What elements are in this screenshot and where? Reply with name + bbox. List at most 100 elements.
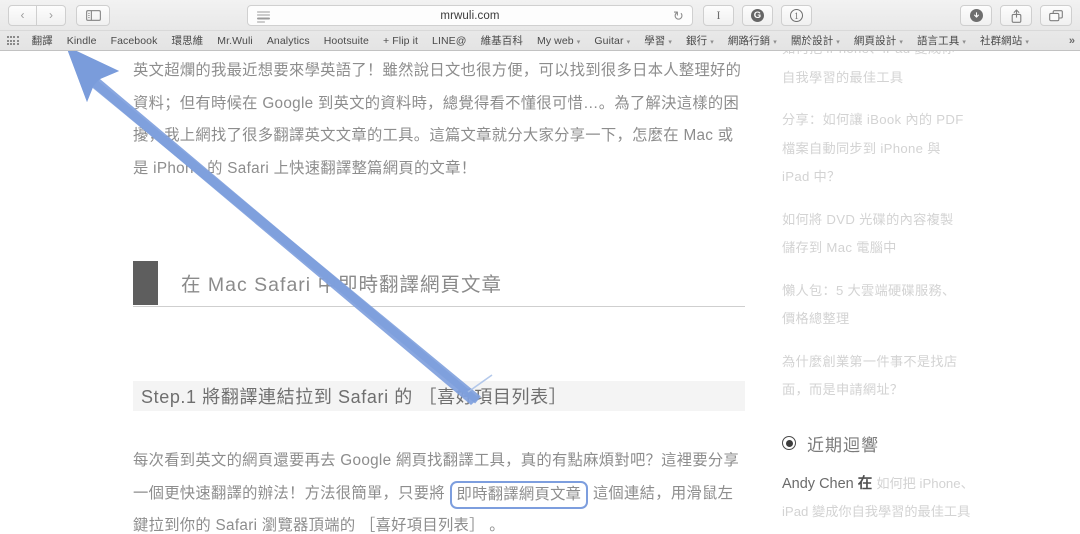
bookmark-item[interactable]: 語言工具 ▾ [917, 33, 966, 48]
toolbar-right-buttons [960, 5, 1072, 26]
downloads-button[interactable] [960, 5, 992, 26]
page-sidebar: 如何把 iPhone、iPad 變成你自我學習的最佳工具分享：如何讓 iBook… [782, 41, 1080, 534]
comment-author: Andy Chen [782, 475, 854, 492]
inline-link-highlight[interactable]: 即時翻譯網頁文章 [449, 480, 589, 509]
bookmark-item[interactable]: Mr.Wuli [217, 35, 253, 47]
share-icon [1011, 8, 1021, 23]
safari-chrome: ‹ › mrwuli.com ↻ I G 1 翻譯 Kindle Faceboo… [0, 0, 1080, 51]
bookmark-label: 維基百科 [480, 35, 523, 47]
bookmark-label: 學習 [644, 35, 666, 47]
back-button[interactable]: ‹ [8, 4, 37, 26]
navigation-buttons: ‹ › [8, 4, 66, 26]
bullet-icon [782, 436, 796, 450]
bookmark-item[interactable]: 環思維 [171, 33, 203, 48]
bookmark-item[interactable]: 翻譯 [32, 33, 53, 48]
bookmark-item[interactable]: Guitar ▾ [594, 35, 630, 47]
extension-buttons: I G 1 [703, 5, 812, 26]
chevron-down-icon: ▾ [773, 38, 777, 46]
bookmark-item[interactable]: Facebook [111, 35, 158, 47]
bookmark-item[interactable]: 學習 ▾ [644, 33, 672, 48]
bookmark-label: Facebook [110, 34, 158, 47]
reader-view-icon[interactable] [257, 11, 270, 23]
bookmark-item[interactable]: + Flip it [383, 35, 418, 47]
sidebar-post-link[interactable]: 分享：如何讓 iBook 內的 PDF 檔案自動同步到 iPhone 與 iPa… [782, 106, 967, 192]
sidebar-post-link[interactable]: 如何將 DVD 光碟的內容複製儲存到 Mac 電腦中 [782, 206, 967, 263]
bookmark-item[interactable]: 社群網站 ▾ [980, 33, 1029, 48]
recent-comments-heading: 近期迴響 [782, 431, 1080, 456]
bookmark-label: 環思維 [171, 35, 204, 47]
bookmark-item[interactable]: My web ▾ [537, 35, 580, 47]
forward-button[interactable]: › [37, 4, 66, 26]
sidebar-comment-item[interactable]: Andy Chen 在 如何把 iPhone、iPad 變成你自我學習的最佳工具 [782, 470, 982, 527]
bookmark-label: Hootsuite [323, 34, 369, 47]
sidebar-toggle-button[interactable] [76, 4, 110, 26]
section-heading: 在 Mac Safari 中即時翻譯網頁文章 [133, 259, 745, 307]
chevron-down-icon: ▾ [899, 38, 903, 46]
bookmark-label: Analytics [266, 34, 310, 47]
chevron-right-icon: › [49, 8, 53, 22]
popular-posts-list: 如何把 iPhone、iPad 變成你自我學習的最佳工具分享：如何讓 iBook… [782, 35, 1080, 405]
bookmark-label: Mr.Wuli [217, 34, 253, 47]
bookmark-label: My web [536, 34, 574, 47]
sidebar-post-link[interactable]: 為什麼創業第一件事不是找店面，而是申請網址？ [782, 348, 967, 405]
bookmarks-overflow-button[interactable]: » [1069, 35, 1075, 47]
chevron-down-icon: ▾ [576, 38, 581, 46]
sidebar-post-link[interactable]: 懶人包：5 大雲端硬碟服務、價格總整理 [782, 277, 967, 334]
onepassword-button[interactable]: 1 [781, 5, 812, 26]
bookmark-label: Kindle [66, 34, 97, 47]
bookmark-items: 翻譯 Kindle Facebook 環思維 Mr.Wuli Analytics Hoots… [32, 33, 1043, 48]
bookmark-label: 網路行銷 [727, 35, 771, 47]
bookmark-item[interactable]: 維基百科 [481, 33, 523, 48]
bookmark-item[interactable]: Kindle [67, 35, 97, 47]
bookmark-label: 銀行 [686, 35, 708, 47]
bookmark-item[interactable]: Hootsuite [324, 35, 369, 47]
chevron-down-icon: ▾ [668, 38, 673, 46]
address-bar[interactable]: mrwuli.com ↻ [247, 5, 693, 26]
favorites-grid-icon[interactable] [7, 36, 19, 45]
bookmark-item[interactable]: 網路行銷 ▾ [728, 33, 777, 48]
grammarly-icon: G [751, 9, 764, 22]
step-heading: Step.1 將翻譯連結拉到 Safari 的 ［喜好項目列表］ [133, 381, 745, 411]
bookmark-item[interactable]: 網頁設計 ▾ [854, 33, 903, 48]
chevron-down-icon: ▾ [962, 38, 966, 46]
bookmark-label: 網頁設計 [853, 35, 897, 47]
bookmark-item[interactable]: 銀行 ▾ [686, 33, 714, 48]
intro-paragraph: 英文超爛的我最近想要來學英語了！雖然說日文也很方便，可以找到很多日本人整理好的資… [133, 62, 742, 177]
tabs-icon [1049, 9, 1063, 21]
onepassword-icon: 1 [790, 9, 803, 22]
recent-comments-list: Andy Chen 在 如何把 iPhone、iPad 變成你自我學習的最佳工具… [782, 470, 1080, 534]
bookmark-label: 語言工具 [916, 35, 960, 47]
chevron-down-icon: ▾ [710, 38, 714, 46]
sidebar-icon [85, 9, 101, 21]
chevron-down-icon: ▾ [1025, 38, 1030, 46]
bookmark-label: Guitar [594, 34, 624, 47]
instapaper-icon: I [716, 8, 721, 22]
step-heading-text: Step.1 將翻譯連結拉到 Safari 的 ［喜好項目列表］ [141, 387, 568, 407]
bookmark-label: + Flip it [383, 34, 419, 47]
heading-accent-bar [133, 260, 158, 305]
article-body: 英文超爛的我最近想要來學英語了！雖然說日文也很方便，可以找到很多日本人整理好的資… [133, 51, 748, 185]
bookmark-item[interactable]: 關於設計 ▾ [791, 33, 840, 48]
browser-window: ‹ › mrwuli.com ↻ I G 1 翻譯 Kindle Faceboo… [0, 0, 1080, 534]
url-text: mrwuli.com [440, 9, 500, 22]
web-page-content: 英文超爛的我最近想要來學英語了！雖然說日文也很方便，可以找到很多日本人整理好的資… [0, 41, 1080, 534]
bookmark-label: 關於設計 [790, 35, 834, 47]
step-paragraph: 每次看到英文的網頁還要再去 Google 網頁找翻譯工具，真的有點麻煩對吧？這裡… [133, 445, 748, 534]
bookmark-label: 社群網站 [979, 35, 1023, 47]
bookmarks-bar: 翻譯 Kindle Facebook 環思維 Mr.Wuli Analytics Hoots… [0, 30, 1080, 50]
instapaper-button[interactable]: I [703, 5, 734, 26]
tab-overview-button[interactable] [1040, 5, 1072, 26]
share-button[interactable] [1000, 5, 1032, 26]
chevron-down-icon: ▾ [836, 38, 840, 46]
chevron-down-icon: ▾ [626, 38, 631, 46]
reload-icon[interactable]: ↻ [673, 9, 684, 22]
comment-connector: 在 [853, 475, 877, 492]
bookmark-item[interactable]: LINE@ [432, 35, 467, 47]
browser-toolbar: ‹ › mrwuli.com ↻ I G 1 [0, 0, 1080, 30]
bookmark-item[interactable]: Analytics [267, 35, 310, 47]
grammarly-button[interactable]: G [742, 5, 773, 26]
download-arrow-icon [969, 9, 983, 22]
bookmark-label: LINE@ [432, 34, 467, 47]
section-heading-text: 在 Mac Safari 中即時翻譯網頁文章 [181, 274, 503, 296]
recent-comments-title: 近期迴響 [807, 435, 879, 455]
